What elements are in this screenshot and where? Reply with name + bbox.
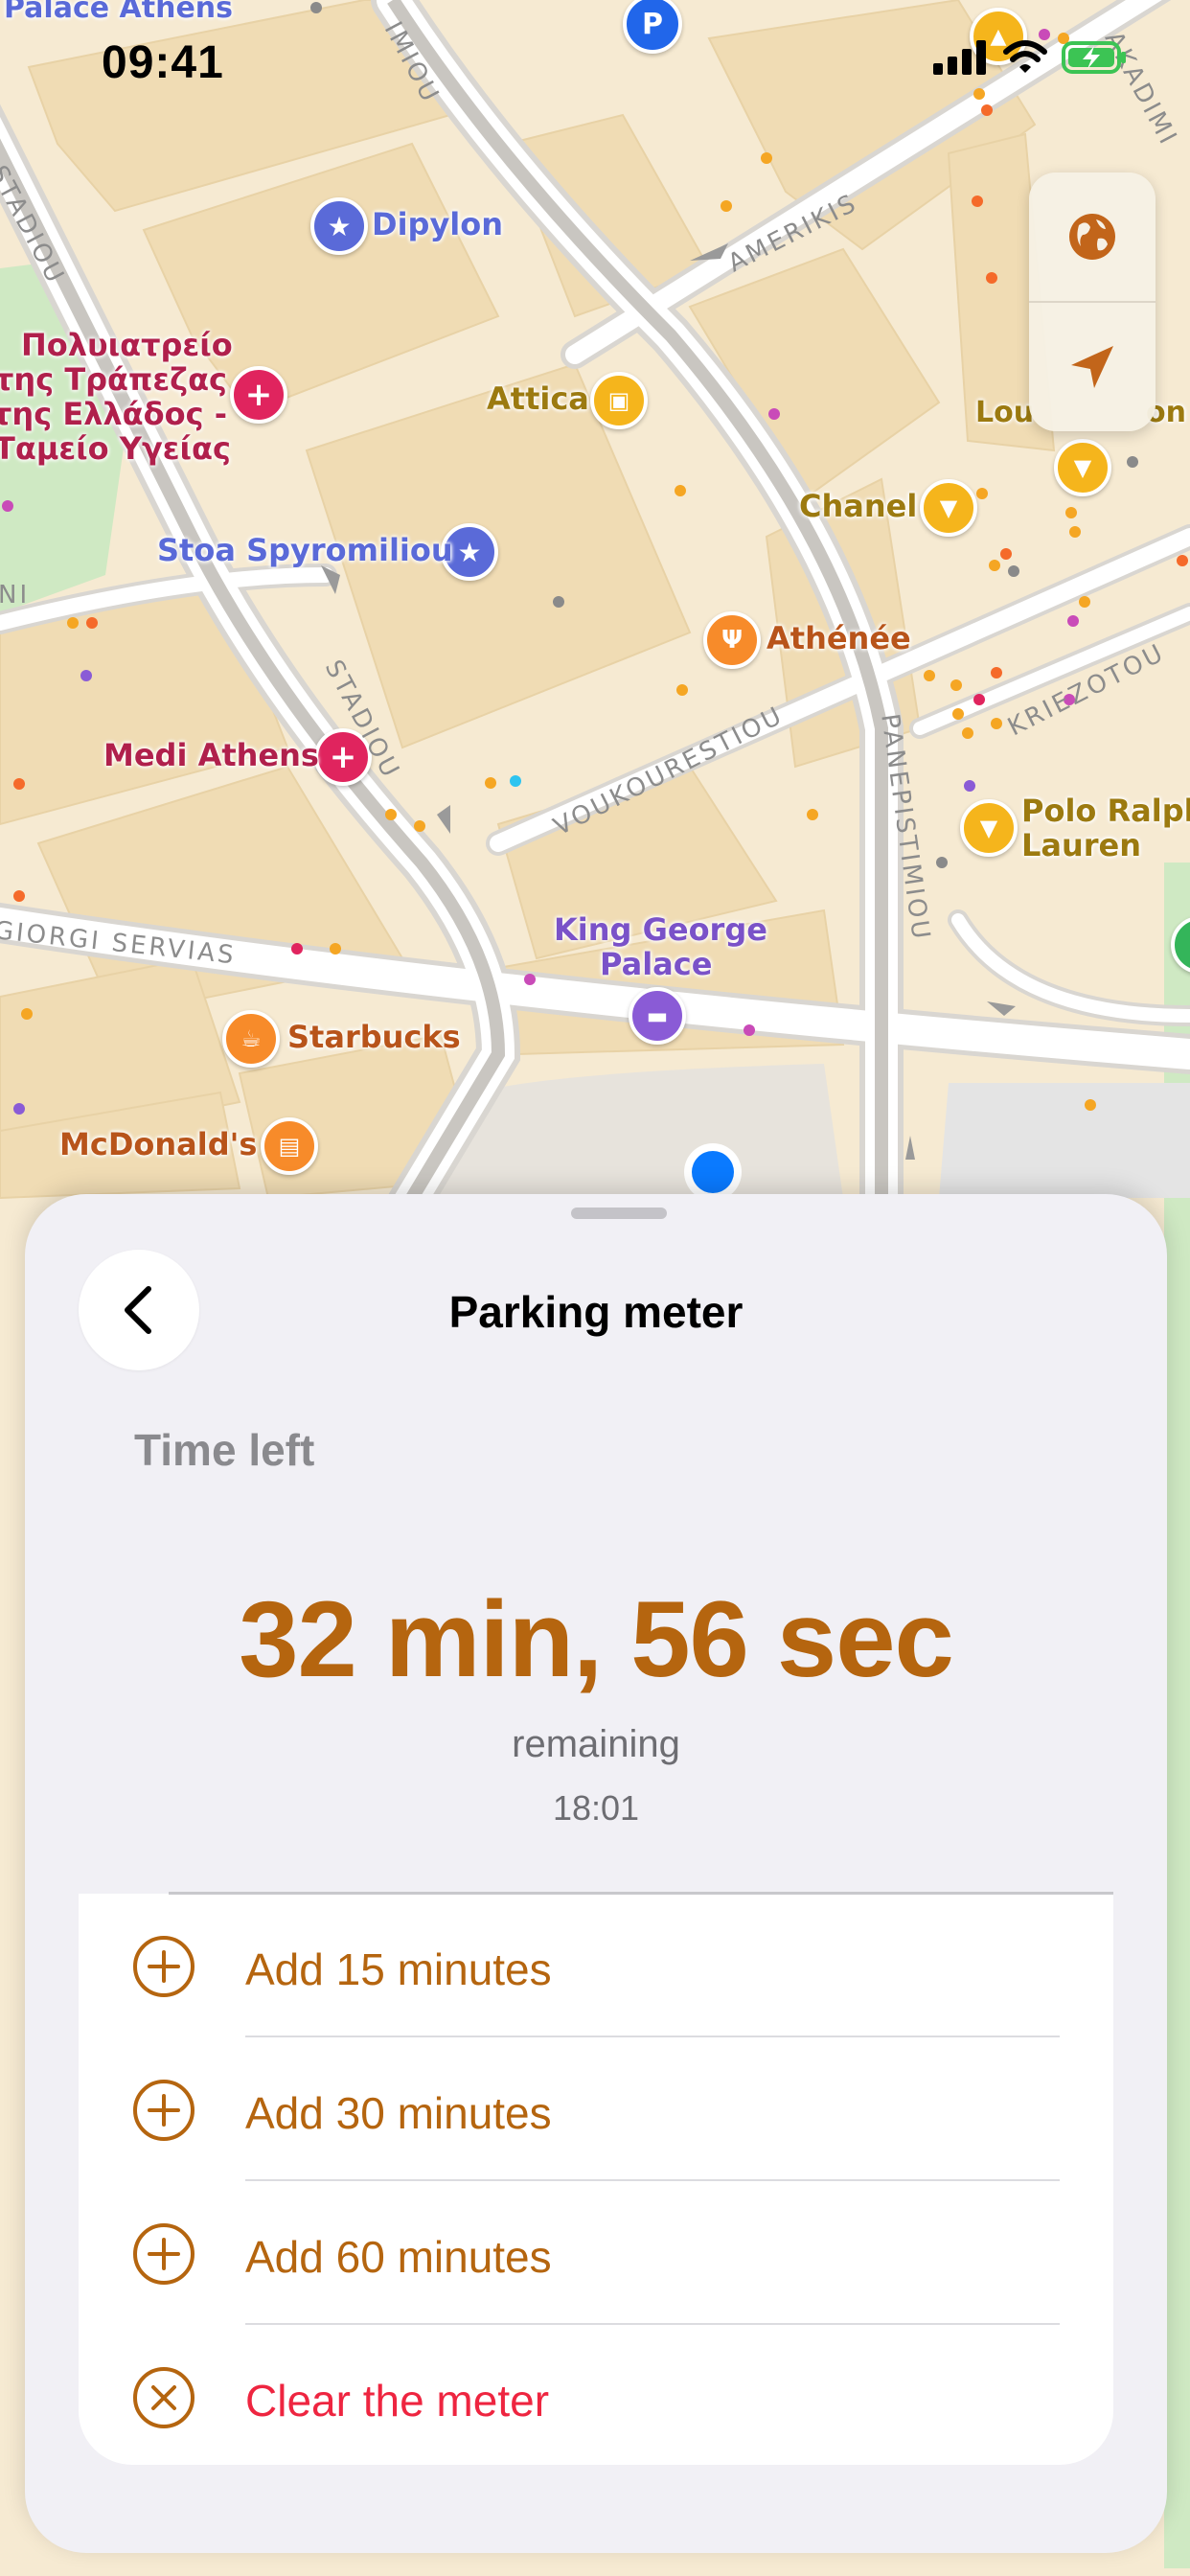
place-label: Medi Athens xyxy=(103,737,319,773)
cafe-icon[interactable]: ☕ xyxy=(222,1010,280,1068)
globe-icon xyxy=(1069,214,1115,260)
polo-shirt-icon[interactable]: ▼ xyxy=(960,799,1018,857)
action-label: Clear the meter xyxy=(245,2376,550,2426)
actions-top-divider xyxy=(169,1892,1113,1895)
locate-me-button[interactable] xyxy=(1029,303,1156,431)
remaining-label: remaining xyxy=(512,1723,680,1765)
status-icons xyxy=(933,40,1129,75)
map-controls xyxy=(1029,172,1156,431)
chanel-shirt-icon[interactable]: ▼ xyxy=(920,479,977,537)
action-label: Add 15 minutes xyxy=(245,1944,552,1994)
time-left-label: Time left xyxy=(134,1425,315,1475)
place-label: Lou xyxy=(975,396,1035,429)
countdown-value: 32 min, 56 sec xyxy=(239,1579,954,1699)
hospital-icon[interactable]: + xyxy=(230,366,287,424)
action-label: Add 60 minutes xyxy=(245,2232,552,2282)
add-15-minutes-button[interactable]: Add 15 minutes xyxy=(79,1894,1113,2037)
add-30-minutes-button[interactable]: Add 30 minutes xyxy=(79,2037,1113,2181)
action-label: Add 30 minutes xyxy=(245,2088,552,2138)
place-label: Πολυιατρείο xyxy=(21,327,233,363)
place-label: της Τράπεζας xyxy=(0,361,228,398)
louis-shirt-icon[interactable]: ▼ xyxy=(1054,439,1111,496)
place-label: McDonald's xyxy=(59,1126,258,1162)
place-label: Chanel xyxy=(799,488,918,524)
actions-list: Add 15 minutes Add 30 minutes Add 60 min… xyxy=(79,1894,1113,2465)
place-label: Polo Ralph xyxy=(1021,793,1190,829)
place-label: Attica xyxy=(487,380,589,417)
plus-circle-icon xyxy=(133,1936,195,1997)
status-time: 09:41 xyxy=(102,37,224,88)
place-label: Lauren xyxy=(1021,827,1142,863)
map-mode-button[interactable] xyxy=(1029,172,1156,301)
place-label: Athénée xyxy=(767,620,911,656)
fastfood-icon[interactable]: ▤ xyxy=(261,1117,318,1175)
sheet-grabber[interactable] xyxy=(571,1208,667,1219)
add-60-minutes-button[interactable]: Add 60 minutes xyxy=(79,2181,1113,2325)
clear-meter-button[interactable]: Clear the meter xyxy=(79,2325,1113,2469)
place-label: King George xyxy=(554,911,767,948)
wifi-icon xyxy=(1003,40,1047,73)
battery-charging-icon xyxy=(1062,41,1126,74)
place-label: Starbucks xyxy=(287,1019,461,1055)
x-circle-icon xyxy=(133,2367,195,2428)
restaurant-icon[interactable]: Ψ xyxy=(703,611,761,669)
sheet-title: Parking meter xyxy=(448,1287,744,1337)
plus-circle-icon xyxy=(133,2080,195,2141)
expiry-time: 18:01 xyxy=(552,1788,640,1828)
street-label: NI xyxy=(0,581,31,610)
shopping-bag-icon[interactable]: ▣ xyxy=(590,372,648,429)
hotel-icon[interactable]: ▬ xyxy=(629,987,686,1045)
location-arrow-icon xyxy=(1071,346,1113,388)
place-label: Palace Athens xyxy=(4,0,234,25)
place-label: Dipylon xyxy=(372,206,504,242)
cellular-signal-icon xyxy=(933,40,986,75)
place-label: Ταμείο Υγείας xyxy=(0,430,231,467)
dipylon-marker-icon[interactable]: ★ xyxy=(310,197,368,255)
place-label: της Ελλάδος - xyxy=(0,396,228,432)
place-label: Stoa Spyromiliou xyxy=(157,532,453,568)
place-label: Palace xyxy=(600,946,713,982)
plus-circle-icon xyxy=(133,2223,195,2285)
parking-meter-sheet: Parking meter Time left 32 min, 56 sec r… xyxy=(25,1194,1167,2553)
